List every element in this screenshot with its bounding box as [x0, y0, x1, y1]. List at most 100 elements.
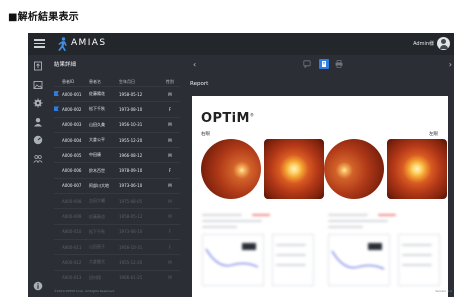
- report-details-blurred: [192, 204, 448, 297]
- table-row[interactable]: A000-009 佐藤真也 1958-05-12 M: [54, 208, 180, 223]
- sex-cell: M: [168, 214, 172, 220]
- birthdate-cell: 1973-08-10: [119, 229, 143, 235]
- info-icon[interactable]: [33, 281, 43, 291]
- table-row[interactable]: A000-013 田村翔 1966-01-25 M: [54, 269, 180, 285]
- prev-report-icon[interactable]: ‹: [193, 60, 196, 69]
- table-row[interactable]: A000-002 松下千秋 1973-08-10 F: [54, 101, 180, 116]
- group-icon[interactable]: [33, 154, 43, 164]
- patient-id-cell: A000-011: [62, 244, 82, 250]
- birthdate-cell: 1956-10-31: [119, 244, 143, 250]
- footer-copyright: ©2019 OPTiM Corp. All Rights Reserved.: [54, 289, 115, 293]
- birthdate-cell: 1955-12-20: [119, 137, 143, 143]
- table-header: 患者ID 患者名 生年月日 性別: [54, 77, 180, 86]
- patient-name-cell: 大倉健太: [89, 259, 105, 265]
- patient-name-cell: 田村翔: [89, 274, 101, 280]
- user-icon[interactable]: [33, 117, 43, 127]
- table-row[interactable]: A000-011 山田直子 1956-10-31 F: [54, 238, 180, 254]
- hamburger-menu-icon[interactable]: [34, 39, 45, 48]
- header-id[interactable]: 患者ID: [62, 79, 89, 85]
- left-eye-heatmap-image[interactable]: [387, 139, 447, 199]
- table-row[interactable]: A000-010 松下千秋 1973-08-10 F: [54, 223, 180, 239]
- footer-version: Version 1.0: [435, 289, 452, 293]
- sex-cell: M: [168, 183, 172, 189]
- top-bar: AMIAS Admin様: [28, 33, 454, 55]
- sex-cell: F: [168, 106, 172, 112]
- table-row[interactable]: A000-006 鈴木百世 1978-09-10 F: [54, 162, 180, 177]
- upload-icon[interactable]: [33, 61, 43, 71]
- sex-cell: M: [168, 275, 172, 281]
- patient-id-cell: A000-004: [62, 137, 82, 143]
- patient-name-cell: 大倉公平: [89, 137, 105, 143]
- panel-title: 結果詳細: [54, 62, 77, 68]
- patient-name-cell: 山田直子: [89, 244, 105, 250]
- document-icon[interactable]: [319, 59, 329, 69]
- header-sex[interactable]: 性別: [162, 79, 178, 85]
- patient-name-cell: 中田康: [89, 152, 101, 158]
- table-row[interactable]: A000-012 大倉健太 1955-12-20 M: [54, 254, 180, 269]
- report-brand-text: OPTiM: [201, 111, 250, 126]
- patient-id-cell: A000-001: [62, 91, 82, 97]
- birthdate-cell: 1975-08-05: [119, 198, 143, 204]
- patient-id-cell: A000-005: [62, 152, 82, 158]
- table-row[interactable]: A000-004 大倉公平 1955-12-20 M: [54, 131, 180, 147]
- user-name[interactable]: Admin様: [413, 40, 434, 47]
- image-icon[interactable]: [33, 80, 43, 90]
- sidebar: [28, 55, 48, 297]
- birthdate-cell: 1966-01-25: [119, 275, 143, 281]
- app-name: AMIAS: [71, 38, 107, 48]
- sex-cell: M: [168, 122, 172, 128]
- patient-name-cell: 佐藤真也: [89, 213, 105, 219]
- patient-name-cell: 松下千秋: [89, 106, 105, 112]
- birthdate-cell: 1958-05-12: [119, 91, 143, 97]
- table-row[interactable]: A000-007 阿部川大地 1973-06-10 M: [54, 177, 180, 193]
- patient-name-cell: 佐藤陽花: [89, 91, 105, 97]
- patient-id-cell: A000-002: [62, 106, 82, 112]
- birthdate-cell: 1955-12-20: [119, 259, 143, 265]
- patient-id-cell: A000-009: [62, 214, 82, 220]
- birthdate-cell: 1956-10-31: [119, 122, 143, 128]
- header-name[interactable]: 患者名: [89, 79, 119, 85]
- patient-name-cell: 吉田大輔: [89, 198, 105, 204]
- page-heading: ■解析結果表示: [8, 12, 79, 23]
- birthdate-cell: 1978-09-10: [119, 168, 143, 174]
- right-eye-label: 右眼: [201, 132, 210, 137]
- sex-cell: M: [168, 198, 172, 204]
- table-row[interactable]: A000-008 吉田大輔 1975-08-05 M: [54, 193, 180, 208]
- flag-icon[interactable]: [54, 91, 59, 97]
- patient-id-cell: A000-003: [62, 122, 82, 128]
- sex-cell: F: [168, 244, 172, 250]
- print-icon[interactable]: [335, 60, 343, 68]
- user-avatar-icon[interactable]: [437, 37, 450, 50]
- right-eye-fundus-image[interactable]: [201, 139, 261, 199]
- report-label: Report: [190, 81, 209, 87]
- flag-icon[interactable]: [54, 106, 59, 112]
- patient-name-cell: 鈴木百世: [89, 167, 105, 173]
- table-row[interactable]: A000-005 中田康 1966-08-12 M: [54, 147, 180, 162]
- comment-icon[interactable]: [303, 60, 311, 68]
- birthdate-cell: 1958-05-12: [119, 214, 143, 220]
- report-document: OPTiM® 右眼 左眼: [192, 96, 448, 297]
- patient-id-cell: A000-007: [62, 183, 82, 189]
- birthdate-cell: 1966-08-12: [119, 152, 143, 158]
- birthdate-cell: 1973-08-10: [119, 106, 143, 112]
- row-flag-cell: [54, 106, 62, 112]
- dashboard-icon[interactable]: [33, 135, 43, 145]
- settings-icon[interactable]: [33, 98, 43, 108]
- left-eye-label: 左眼: [429, 132, 438, 137]
- table-row[interactable]: A000-001 佐藤陽花 1958-05-12 M: [54, 86, 180, 101]
- patient-id-cell: A000-013: [62, 275, 82, 281]
- sex-cell: M: [168, 91, 172, 97]
- left-eye-fundus-image[interactable]: [324, 139, 384, 199]
- patient-id-cell: A000-010: [62, 229, 82, 235]
- patient-id-cell: A000-012: [62, 259, 82, 265]
- row-flag-cell: [54, 91, 62, 97]
- app-window: AMIAS Admin様 結果詳細 患者ID 患者名 生年月日 性別 A000-…: [28, 33, 454, 297]
- header-dob[interactable]: 生年月日: [119, 79, 162, 85]
- patient-id-cell: A000-008: [62, 198, 82, 204]
- sex-cell: M: [168, 259, 172, 265]
- logo-icon: [58, 37, 67, 51]
- right-eye-heatmap-image[interactable]: [264, 139, 324, 199]
- table-row[interactable]: A000-003 山田久美 1956-10-31 M: [54, 116, 180, 132]
- next-report-icon[interactable]: ›: [449, 60, 452, 69]
- patient-table: 患者ID 患者名 生年月日 性別 A000-001 佐藤陽花 1958-05-12 M…: [54, 77, 180, 285]
